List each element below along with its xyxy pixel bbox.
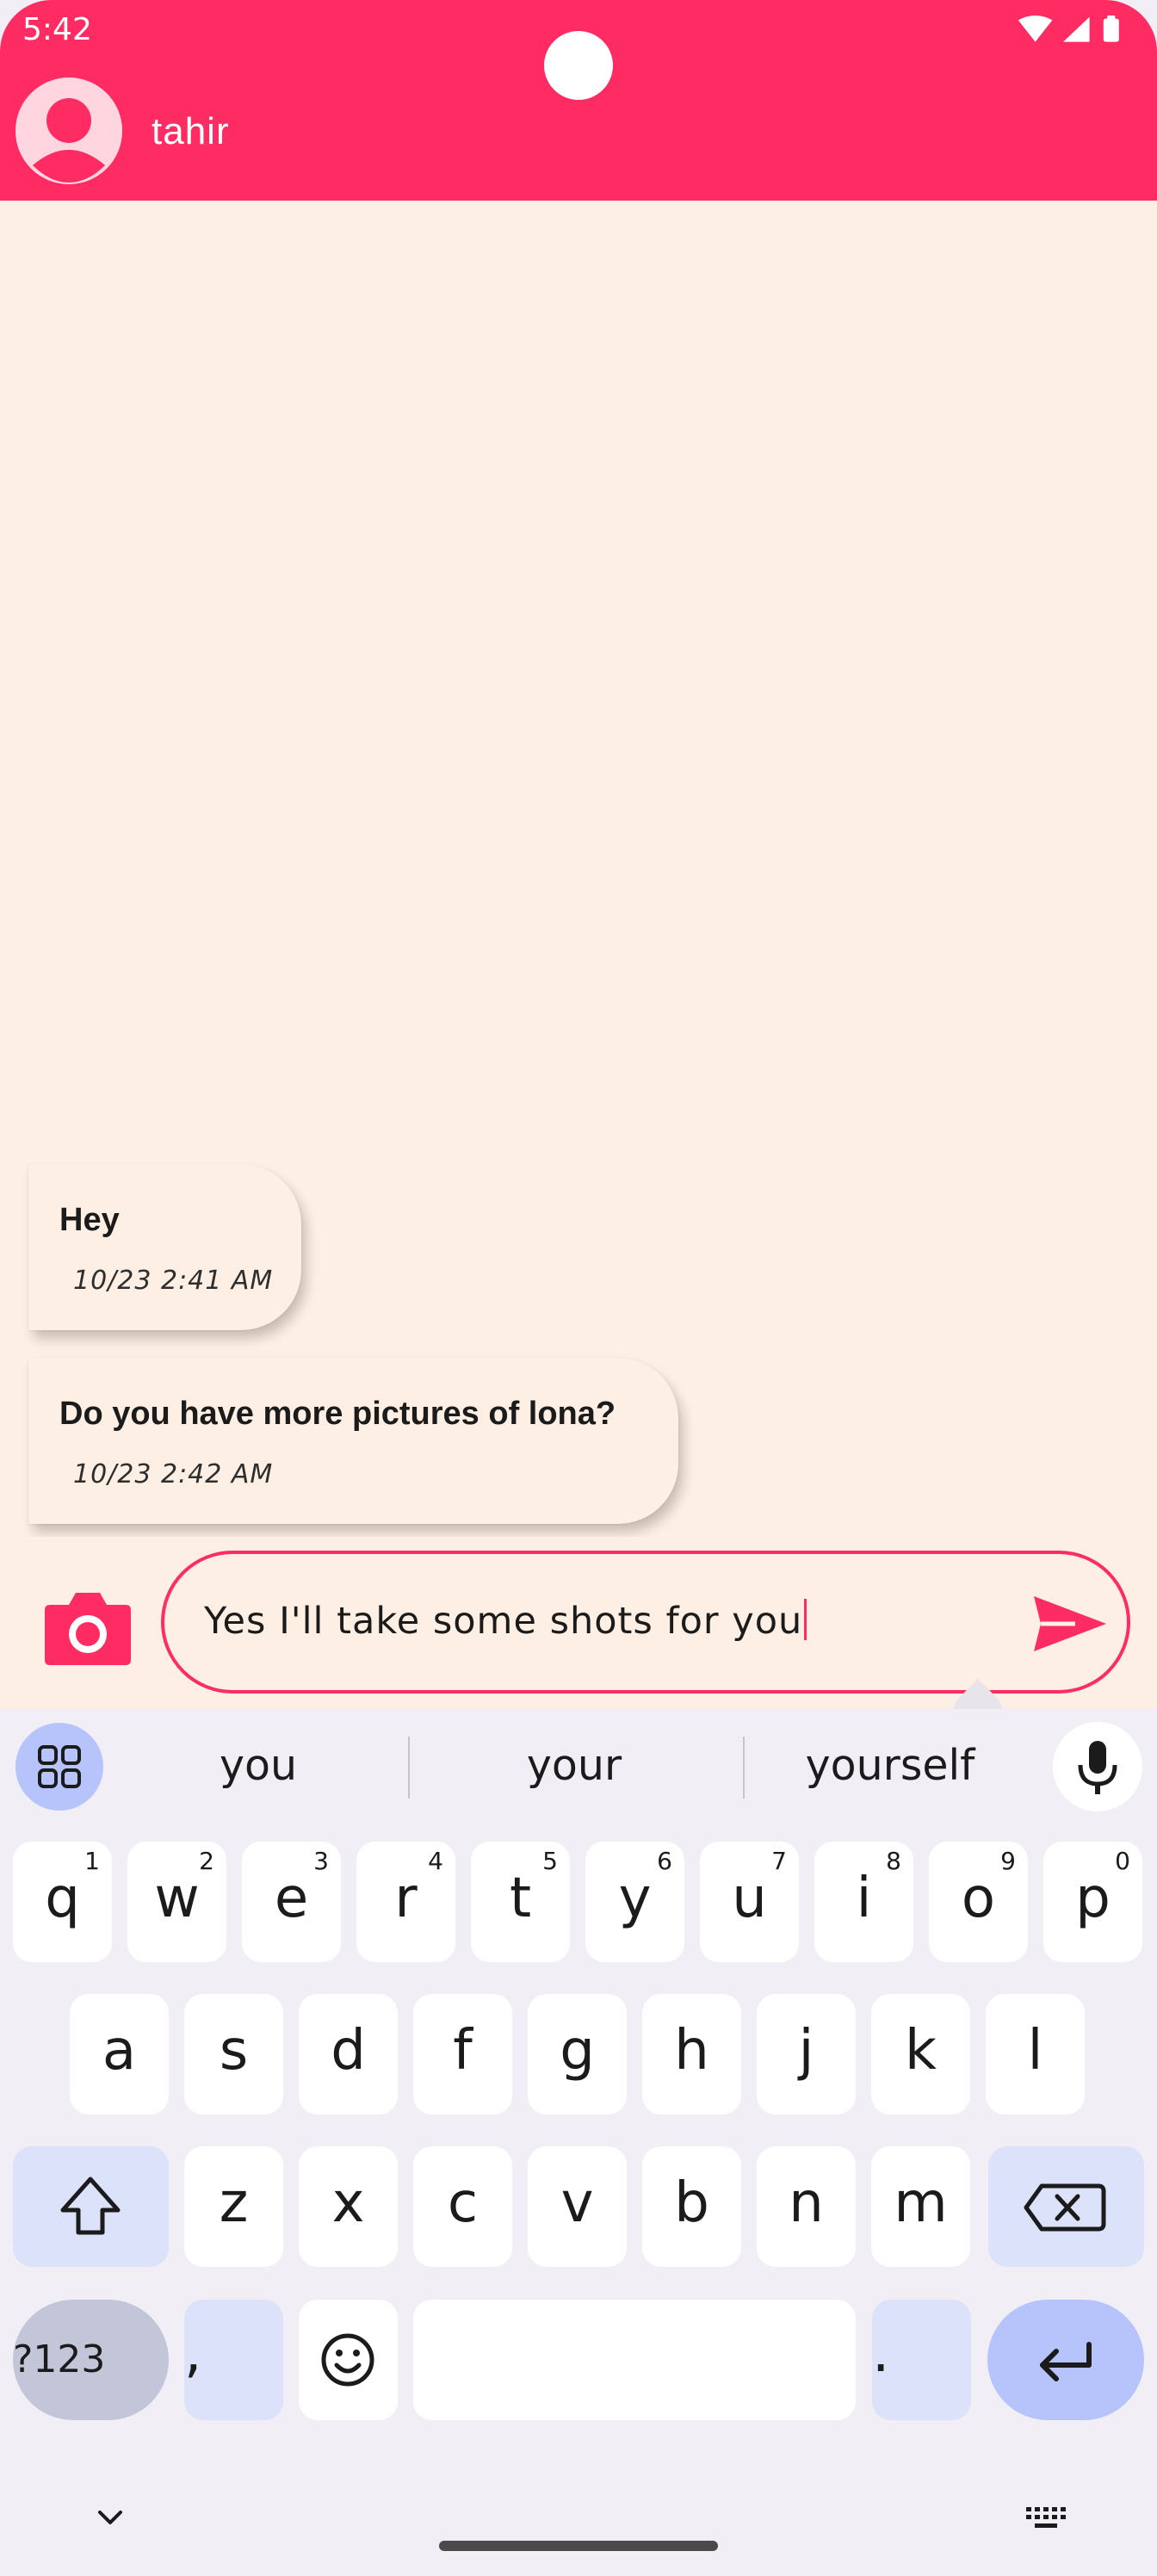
contact-name[interactable]: tahir: [152, 110, 230, 153]
key-c[interactable]: c: [413, 2146, 512, 2267]
status-time: 5:42: [22, 12, 92, 47]
enter-key[interactable]: [987, 2300, 1144, 2420]
key-j[interactable]: j: [757, 1994, 856, 2115]
emoji-icon: [321, 2333, 374, 2387]
key-k[interactable]: k: [871, 1994, 970, 2115]
voice-input-button[interactable]: [1053, 1722, 1142, 1811]
suggestion-chip[interactable]: you: [103, 1731, 413, 1800]
suggestion-divider: [408, 1737, 410, 1799]
key-h[interactable]: h: [642, 1994, 741, 2115]
key-y[interactable]: y6: [585, 1842, 684, 1962]
key-z[interactable]: z: [184, 2146, 283, 2267]
key-q[interactable]: q1: [13, 1842, 112, 1962]
message-input-value: Yes I'll take some shots for you: [204, 1599, 807, 1643]
key-u[interactable]: u7: [700, 1842, 799, 1962]
key-n[interactable]: n: [757, 2146, 856, 2267]
key-e[interactable]: e3: [242, 1842, 341, 1962]
chevron-down-icon[interactable]: [93, 2505, 127, 2531]
microphone-icon: [1078, 1741, 1117, 1794]
message-text: Do you have more pictures of lona?: [59, 1396, 616, 1432]
shift-key[interactable]: [13, 2146, 169, 2267]
wifi-icon: [1018, 15, 1053, 42]
grid-icon: [38, 1745, 81, 1788]
chat-area: [0, 201, 1157, 1537]
signal-icon: [1063, 16, 1090, 42]
key-g[interactable]: g: [528, 1994, 627, 2115]
key-l[interactable]: l: [986, 1994, 1085, 2115]
key-p[interactable]: p0: [1043, 1842, 1142, 1962]
suggestion-chip[interactable]: yourself: [735, 1731, 1045, 1800]
message-text: Hey: [59, 1202, 120, 1238]
comma-key[interactable]: ,: [184, 2300, 283, 2420]
message-input[interactable]: Yes I'll take some shots for you: [161, 1551, 1130, 1750]
emoji-key[interactable]: [299, 2300, 398, 2420]
key-x[interactable]: x: [299, 2146, 398, 2267]
key-v[interactable]: v: [528, 2146, 627, 2267]
front-camera: [544, 31, 613, 100]
user-icon: [15, 77, 122, 184]
avatar[interactable]: [15, 77, 122, 184]
key-a[interactable]: a: [70, 1994, 169, 2115]
key-t[interactable]: t5: [471, 1842, 570, 1962]
message-timestamp: 10/23 2:42 AM: [73, 1459, 274, 1489]
key-m[interactable]: m: [871, 2146, 970, 2267]
suggestion-chip[interactable]: your: [419, 1731, 729, 1800]
shift-icon: [60, 2177, 121, 2235]
gesture-navigation-bar[interactable]: [439, 2541, 718, 2551]
key-r[interactable]: r4: [356, 1842, 455, 1962]
key-s[interactable]: s: [184, 1994, 283, 2115]
status-icons: [1018, 15, 1119, 42]
backspace-icon: [1024, 2183, 1106, 2232]
app-header: 5:42 tahir: [0, 0, 1157, 201]
keyboard-bottom-bar: [0, 2480, 1157, 2576]
message-bubble[interactable]: Hey 10/23 2:41 AM: [28, 1164, 301, 1330]
key-w[interactable]: w2: [127, 1842, 226, 1962]
message-timestamp: 10/23 2:41 AM: [73, 1266, 274, 1296]
text-cursor: [804, 1599, 807, 1640]
period-key[interactable]: .: [872, 2300, 971, 2420]
message-bubble[interactable]: Do you have more pictures of lona? 10/23…: [28, 1358, 678, 1524]
symbols-key[interactable]: ?123: [13, 2300, 169, 2420]
key-i[interactable]: i8: [814, 1842, 913, 1962]
camera-icon[interactable]: [43, 1586, 133, 1667]
key-b[interactable]: b: [642, 2146, 741, 2267]
keyboard-switch-icon[interactable]: [1024, 2505, 1069, 2533]
apps-grid-button[interactable]: [15, 1723, 103, 1811]
space-key[interactable]: [413, 2300, 856, 2420]
backspace-key[interactable]: [988, 2146, 1144, 2267]
key-f[interactable]: f: [413, 1994, 512, 2115]
send-icon[interactable]: [1032, 1593, 1108, 1655]
key-o[interactable]: o9: [929, 1842, 1028, 1962]
message-composer: Yes I'll take some shots for you: [0, 1537, 1157, 1750]
enter-icon: [1040, 2342, 1092, 2381]
on-screen-keyboard: you your yourself: [0, 1709, 1157, 2576]
battery-icon: [1103, 15, 1119, 42]
key-d[interactable]: d: [299, 1994, 398, 2115]
